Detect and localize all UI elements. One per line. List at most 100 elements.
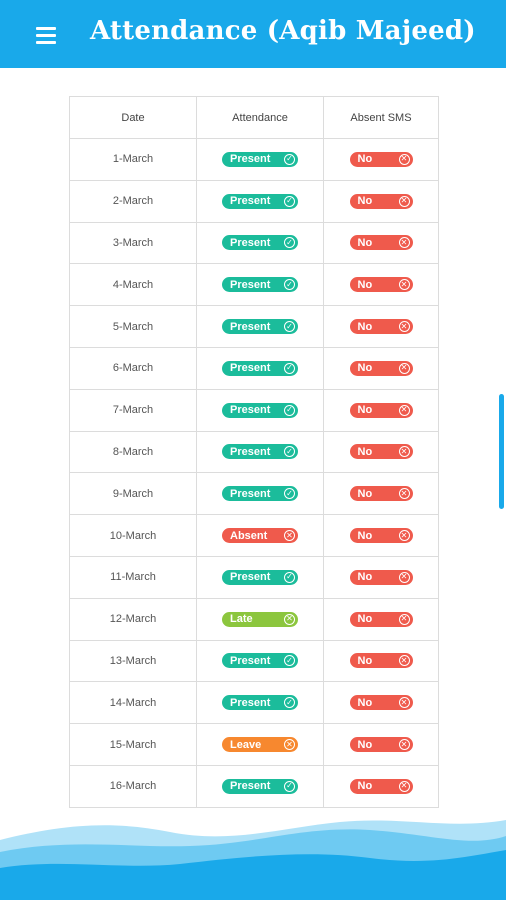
attendance-status-label: Present [230,195,271,208]
attendance-status-label: Late [230,613,253,626]
absent-sms-status-label: No [357,236,373,249]
absent-sms-status-label: No [357,320,373,333]
column-header-attendance: Attendance [196,96,324,139]
absent-sms-status-label: No [357,153,373,166]
check-circle-icon: ✓ [284,153,295,165]
date-cell: 3-March [69,221,197,265]
absent-sms-status-badge: No ✕ [349,151,413,167]
close-circle-icon: ✕ [398,362,410,374]
table-row: 6-March Present ✓ No ✕ [69,346,439,390]
date-cell: 4-March [69,263,197,307]
absent-sms-status-cell: No ✕ [323,514,439,557]
close-circle-icon: ✕ [398,739,410,751]
date-cell: 15-March [69,723,197,766]
date-cell: 8-March [69,430,197,474]
attendance-status-cell: Present ✓ [196,138,324,181]
close-circle-icon: ✕ [284,530,295,542]
close-circle-icon: ✕ [398,488,410,500]
absent-sms-status-cell: No ✕ [323,346,439,390]
attendance-status-badge: Present ✓ [222,193,298,209]
absent-sms-status-label: No [357,780,373,793]
absent-sms-status-cell: No ✕ [323,388,439,432]
attendance-table: Date Attendance Absent SMS 1-March Presen… [69,96,439,808]
close-circle-icon: ✕ [398,321,410,333]
absent-sms-status-badge: No ✕ [349,402,413,418]
attendance-status-badge: Present ✓ [222,360,298,376]
hamburger-menu-icon[interactable] [36,27,56,45]
table-row: 1-March Present ✓ No ✕ [69,138,439,181]
date-cell: 1-March [69,138,197,181]
absent-sms-status-badge: No ✕ [349,778,413,794]
close-circle-icon: ✕ [284,739,295,751]
close-circle-icon: ✕ [398,697,410,709]
attendance-status-badge: Present ✓ [222,569,298,585]
attendance-status-cell: Present ✓ [196,346,324,390]
attendance-status-label: Absent [230,529,268,542]
absent-sms-status-label: No [357,487,373,500]
date-cell: 2-March [69,179,197,223]
absent-sms-status-label: No [357,195,373,208]
date-cell: 6-March [69,346,197,390]
close-circle-icon: ✕ [398,237,410,249]
attendance-status-cell: Present ✓ [196,639,324,683]
close-circle-icon: ✕ [398,571,410,583]
attendance-status-cell: Present ✓ [196,221,324,265]
attendance-status-label: Present [230,780,271,793]
absent-sms-status-label: No [357,445,373,458]
absent-sms-status-badge: No ✕ [349,193,413,209]
close-circle-icon: ✕ [398,780,410,792]
absent-sms-status-cell: No ✕ [323,723,439,766]
absent-sms-status-badge: No ✕ [349,235,413,251]
date-cell: 14-March [69,681,197,725]
table-row: 3-March Present ✓ No ✕ [69,221,439,265]
attendance-status-label: Present [230,404,271,417]
absent-sms-status-label: No [357,529,373,542]
attendance-table-container: Date Attendance Absent SMS 1-March Presen… [69,96,439,808]
absent-sms-status-label: No [357,738,373,751]
table-row: 5-March Present ✓ No ✕ [69,305,439,348]
table-row: 2-March Present ✓ No ✕ [69,179,439,223]
date-cell: 9-March [69,472,197,516]
absent-sms-status-badge: No ✕ [349,653,413,669]
date-cell: 7-March [69,388,197,432]
table-row: 7-March Present ✓ No ✕ [69,388,439,432]
absent-sms-status-badge: No ✕ [349,737,413,753]
scroll-indicator[interactable] [499,394,504,509]
attendance-status-badge: Late ✕ [222,611,298,627]
check-circle-icon: ✓ [284,697,295,709]
date-cell: 5-March [69,305,197,348]
column-header-date: Date [69,96,197,139]
close-circle-icon: ✕ [398,404,410,416]
attendance-status-badge: Present ✓ [222,778,298,794]
date-cell: 13-March [69,639,197,683]
table-row: 8-March Present ✓ No ✕ [69,430,439,474]
check-circle-icon: ✓ [284,780,295,792]
absent-sms-status-badge: No ✕ [349,360,413,376]
absent-sms-status-badge: No ✕ [349,486,413,502]
attendance-status-cell: Present ✓ [196,430,324,474]
table-row: 10-March Absent ✕ No ✕ [69,514,439,557]
absent-sms-status-label: No [357,362,373,375]
absent-sms-status-cell: No ✕ [323,430,439,474]
table-row: 4-March Present ✓ No ✕ [69,263,439,307]
absent-sms-status-badge: No ✕ [349,319,413,335]
absent-sms-status-label: No [357,404,373,417]
check-circle-icon: ✓ [284,321,295,333]
absent-sms-status-cell: No ✕ [323,639,439,683]
absent-sms-status-badge: No ✕ [349,277,413,293]
close-circle-icon: ✕ [398,279,410,291]
attendance-status-label: Present [230,153,271,166]
attendance-status-label: Present [230,487,271,500]
check-circle-icon: ✓ [284,362,295,374]
check-circle-icon: ✓ [284,279,295,291]
absent-sms-status-cell: No ✕ [323,555,439,599]
absent-sms-status-cell: No ✕ [323,138,439,181]
table-row: 12-March Late ✕ No ✕ [69,597,439,641]
app-bar: Attendance (Aqib Majeed) [0,0,506,68]
absent-sms-status-label: No [357,696,373,709]
absent-sms-status-cell: No ✕ [323,681,439,725]
check-circle-icon: ✓ [284,488,295,500]
page-title: Attendance (Aqib Majeed) [90,16,476,46]
table-row: 11-March Present ✓ No ✕ [69,555,439,599]
attendance-status-label: Present [230,236,271,249]
